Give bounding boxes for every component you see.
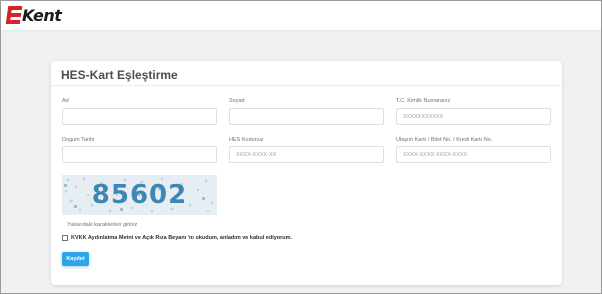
consent-text[interactable]: KVKK Aydınlatma Metni ve Açık Rıza Beyan… <box>71 235 292 241</box>
e-logo-icon <box>5 6 23 24</box>
brand-logo[interactable]: Kent <box>5 5 62 25</box>
kart-label: Ulaşım Kartı / Bilet No. / Kredi Kartı N… <box>396 137 493 143</box>
captcha-image: 85602 <box>62 175 217 215</box>
ad-label: Ad <box>62 98 69 104</box>
ad-input[interactable] <box>62 108 217 125</box>
hes-form-card: HES-Kart Eşleştirme Ad Soyad T.C. Kimlik… <box>51 61 562 285</box>
dogum-label: Dogum Tarihi <box>62 137 95 143</box>
hes-label: HES Kodunuz <box>229 137 264 143</box>
tc-input[interactable] <box>396 108 551 125</box>
captcha-hint: Yukarıdaki karakterleri giriniz <box>67 222 138 228</box>
tc-label: T.C. Kimlik Numaranız <box>396 98 451 104</box>
brand-name: Kent <box>22 5 62 25</box>
save-button[interactable]: Kaydet <box>62 252 89 266</box>
soyad-label: Soyad <box>229 98 245 104</box>
page-title: HES-Kart Eşleştirme <box>61 68 178 82</box>
captcha-code: 85602 <box>91 180 188 210</box>
title-divider <box>51 85 562 86</box>
soyad-input[interactable] <box>229 108 384 125</box>
top-navbar: Kent <box>1 1 601 30</box>
kart-input[interactable] <box>396 146 551 163</box>
dogum-input[interactable] <box>62 146 217 163</box>
consent-row[interactable]: KVKK Aydınlatma Metni ve Açık Rıza Beyan… <box>62 235 292 241</box>
consent-checkbox[interactable] <box>62 235 68 241</box>
hes-input[interactable] <box>229 146 384 163</box>
